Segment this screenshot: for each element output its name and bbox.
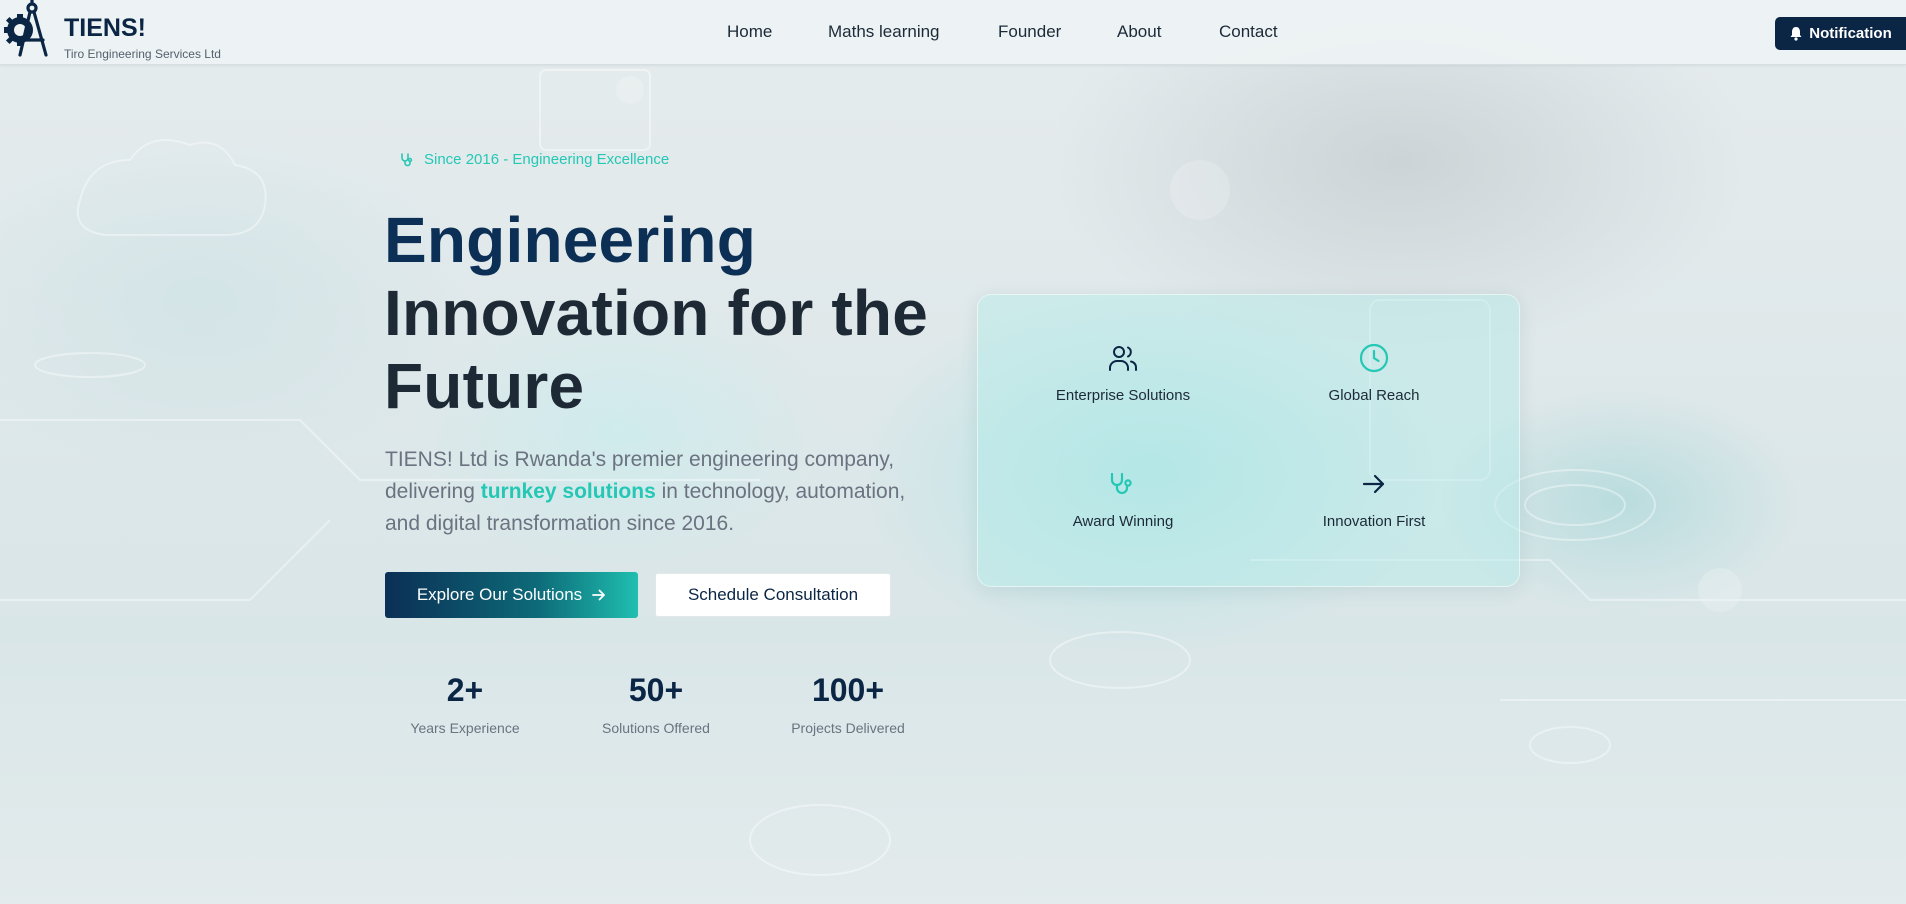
stat-label: Solutions Offered — [602, 720, 710, 736]
schedule-consultation-label: Schedule Consultation — [687, 585, 859, 604]
brand-name[interactable]: TIENS! — [64, 14, 146, 43]
nav-maths-learning[interactable]: Maths learning — [828, 22, 940, 42]
since-badge-text: Since 2016 - Engineering Excellence — [424, 151, 670, 168]
compass-gear-logo-icon[interactable] — [4, 0, 54, 60]
notification-label: Notification — [1809, 25, 1892, 42]
feature-label: Enterprise Solutions — [1055, 387, 1191, 404]
arrow-right-icon — [592, 589, 606, 601]
stethoscope-icon — [401, 152, 413, 166]
nav-founder[interactable]: Founder — [998, 22, 1061, 42]
hero-title-line-1: Engineering — [384, 204, 757, 276]
feature-label: Innovation First — [1322, 513, 1426, 530]
feature-enterprise-solutions[interactable]: Enterprise Solutions — [1003, 341, 1243, 404]
hero-description-highlight: turnkey solutions — [480, 480, 656, 503]
bell-icon — [1790, 27, 1802, 41]
nav-contact[interactable]: Contact — [1219, 22, 1278, 42]
feature-innovation-first[interactable]: Innovation First — [1254, 467, 1494, 530]
explore-solutions-label: Explore Our Solutions — [416, 585, 583, 604]
brand-subtitle: Tiro Engineering Services Ltd — [64, 47, 221, 61]
stat-value: 50+ — [628, 672, 684, 708]
top-navbar: TIENS! Tiro Engineering Services Ltd Hom… — [0, 0, 1906, 65]
stat-value: 100+ — [811, 672, 885, 708]
stethoscope-icon — [1110, 472, 1132, 495]
stat-projects: 100+ Projects Delivered — [778, 666, 918, 736]
users-icon — [1109, 346, 1138, 371]
features-card: Enterprise Solutions Global Reach Award … — [977, 294, 1520, 587]
hero-title-line-2: Innovation for the — [384, 277, 929, 349]
stat-label: Years Experience — [410, 720, 520, 736]
feature-global-reach[interactable]: Global Reach — [1254, 341, 1494, 404]
feature-award-winning[interactable]: Award Winning — [1003, 467, 1243, 530]
since-badge: Since 2016 - Engineering Excellence — [400, 151, 669, 168]
feature-label: Global Reach — [1328, 387, 1420, 404]
hero-description: TIENS! Ltd is Rwanda's premier engineeri… — [385, 444, 925, 540]
stat-label: Projects Delivered — [791, 720, 905, 736]
stat-value: 2+ — [446, 672, 484, 708]
hero-title-line-3: Future — [384, 350, 585, 422]
feature-label: Award Winning — [1072, 513, 1174, 530]
nav-home[interactable]: Home — [727, 22, 772, 42]
stat-solutions: 50+ Solutions Offered — [586, 666, 726, 736]
nav-about[interactable]: About — [1117, 22, 1161, 42]
clock-icon — [1359, 343, 1389, 373]
arrow-right-icon — [1362, 474, 1385, 494]
explore-solutions-button[interactable]: Explore Our Solutions — [385, 572, 638, 618]
schedule-consultation-button[interactable]: Schedule Consultation — [655, 573, 891, 617]
notification-button[interactable]: Notification — [1775, 17, 1906, 50]
circuit-background-graphic — [0, 69, 1906, 876]
stat-years: 2+ Years Experience — [395, 666, 535, 736]
